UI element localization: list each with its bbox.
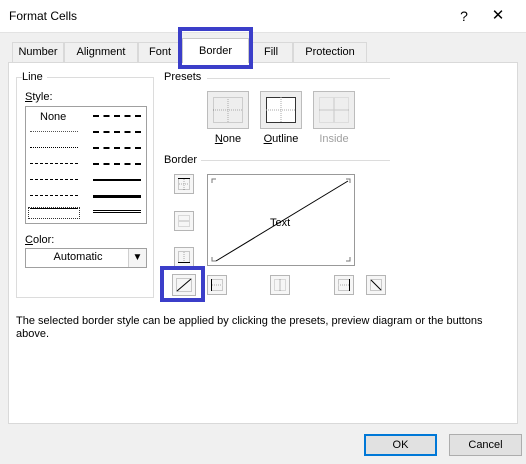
line-style-dashed[interactable] — [30, 195, 78, 196]
preset-inside-icon — [319, 97, 349, 123]
line-style-slant-dash-dot[interactable] — [93, 131, 141, 133]
border-inside-vertical-icon — [274, 279, 286, 291]
presets-separator — [207, 78, 390, 79]
color-value: Automatic — [53, 251, 103, 263]
close-button[interactable]: ✕ — [489, 7, 507, 25]
border-diagonal-down-icon — [370, 279, 382, 291]
line-style-medium-dash-dot[interactable] — [93, 147, 141, 149]
border-group-label: Border — [164, 154, 202, 166]
preset-outline-label[interactable]: Outline — [251, 133, 311, 145]
dialog-title: Format Cells — [9, 9, 78, 23]
line-style-dotted[interactable] — [30, 147, 78, 148]
style-label: Style: — [25, 91, 53, 103]
tab-font[interactable]: Font — [138, 42, 182, 62]
line-style-dash-dot[interactable] — [30, 179, 78, 180]
line-style-medium-dash-dot-dot[interactable] — [93, 115, 141, 117]
line-style-thick[interactable] — [93, 195, 141, 198]
tab-alignment[interactable]: Alignment — [64, 42, 138, 62]
line-style-hair[interactable] — [30, 131, 78, 132]
preset-inside-button — [313, 91, 355, 129]
cancel-button[interactable]: Cancel — [449, 434, 522, 456]
line-style-none[interactable]: None — [40, 111, 66, 123]
chevron-down-icon[interactable]: ▼ — [128, 249, 146, 267]
border-separator — [201, 160, 390, 161]
line-group-label: Line — [22, 71, 47, 83]
border-inside-horizontal-icon — [178, 215, 190, 227]
diagonal-button-highlight-box — [160, 266, 205, 302]
line-group-frame-bottom — [16, 297, 154, 298]
help-button[interactable]: ? — [456, 8, 472, 24]
preset-none-label[interactable]: None — [198, 133, 258, 145]
preset-outline-icon — [266, 97, 296, 123]
border-right-icon — [338, 279, 350, 291]
border-bottom-icon — [178, 251, 190, 263]
line-style-double[interactable] — [93, 210, 141, 215]
preset-inside-label: Inside — [319, 133, 349, 145]
line-group-frame-left — [16, 77, 17, 297]
border-diagonal-down-button[interactable] — [366, 275, 386, 295]
border-left-icon — [211, 279, 223, 291]
title-bar — [0, 0, 526, 32]
border-top-button[interactable] — [174, 174, 194, 194]
tab-protection[interactable]: Protection — [293, 42, 367, 62]
border-bottom-button[interactable] — [174, 247, 194, 267]
color-label: Color: — [25, 234, 55, 246]
line-style-dash-dot-dot[interactable] — [30, 163, 78, 164]
tab-fill[interactable]: Fill — [249, 42, 293, 62]
border-left-button[interactable] — [207, 275, 227, 295]
border-top-icon — [178, 178, 190, 190]
preview-text: Text — [270, 217, 291, 229]
preset-none-icon — [213, 97, 243, 123]
line-group-frame-right — [153, 77, 154, 297]
line-style-thin[interactable] — [30, 208, 78, 209]
line-style-medium[interactable] — [93, 179, 141, 181]
border-inside-vertical-button[interactable] — [270, 275, 290, 295]
tab-number[interactable]: Number — [12, 42, 64, 62]
preset-outline-button[interactable] — [260, 91, 302, 129]
preset-none-button[interactable] — [207, 91, 249, 129]
border-right-button[interactable] — [334, 275, 354, 295]
line-style-medium-dashed[interactable] — [93, 163, 141, 165]
presets-group-label: Presets — [164, 71, 206, 83]
tab-highlight-box — [178, 27, 253, 69]
ok-button[interactable]: OK — [364, 434, 437, 456]
border-inside-horizontal-button[interactable] — [174, 211, 194, 231]
instruction-text: The selected border style can be applied… — [16, 315, 483, 340]
